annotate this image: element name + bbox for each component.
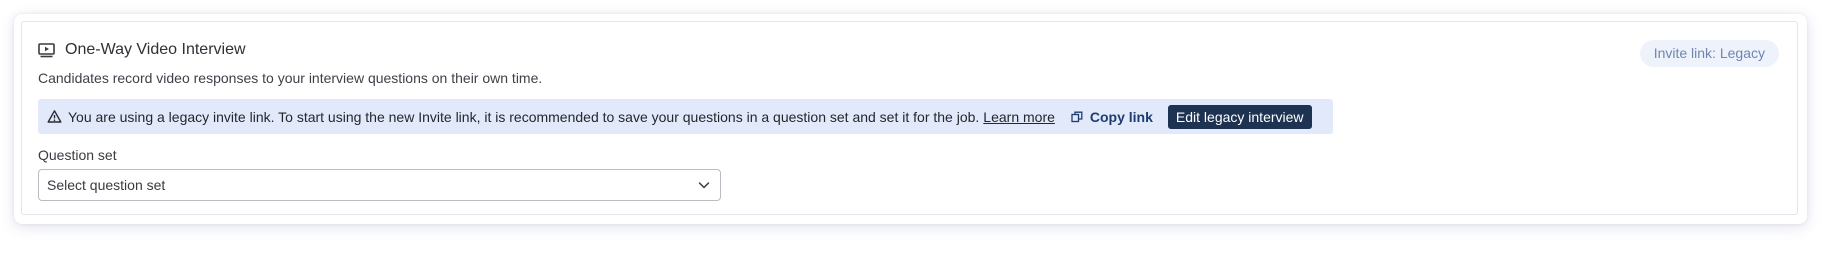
invite-link-status-badge: Invite link: Legacy xyxy=(1639,40,1779,67)
alert-message: You are using a legacy invite link. To s… xyxy=(68,108,980,125)
interview-card: One-Way Video Interview Candidates recor… xyxy=(14,14,1807,224)
copy-link-button[interactable]: Copy link xyxy=(1071,109,1153,125)
warning-triangle-icon xyxy=(47,109,62,124)
legacy-invite-alert: You are using a legacy invite link. To s… xyxy=(38,99,1333,134)
video-play-icon xyxy=(38,42,56,58)
edit-legacy-interview-button[interactable]: Edit legacy interview xyxy=(1167,104,1312,129)
question-set-label: Question set xyxy=(38,147,117,163)
copy-link-label: Copy link xyxy=(1089,108,1153,125)
interview-card-inner: One-Way Video Interview Candidates recor… xyxy=(21,21,1798,215)
copy-icon xyxy=(1071,111,1083,123)
section-header: One-Way Video Interview xyxy=(38,41,246,59)
section-subtitle: Candidates record video responses to you… xyxy=(38,70,543,86)
question-set-select-value: Select question set xyxy=(47,177,166,193)
section-title: One-Way Video Interview xyxy=(65,41,246,58)
chevron-down-icon xyxy=(697,178,711,192)
question-set-select[interactable]: Select question set xyxy=(38,169,721,201)
learn-more-link[interactable]: Learn more xyxy=(983,109,1055,125)
